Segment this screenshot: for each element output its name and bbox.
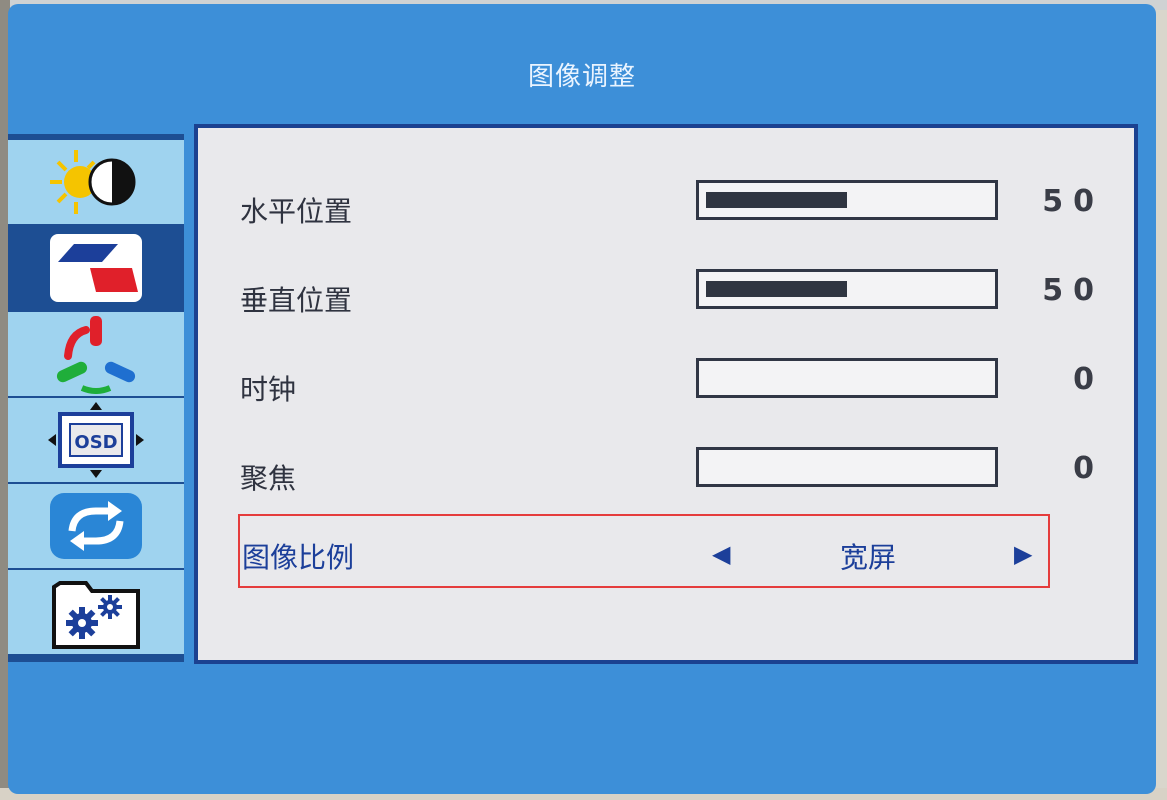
aspect-ratio-label: 图像比例 [242, 541, 355, 574]
tab-system-settings[interactable] [8, 570, 184, 656]
h-position-slider[interactable] [696, 180, 998, 220]
svg-text:OSD: OSD [74, 432, 117, 453]
osd-title: 图像调整 [527, 62, 636, 92]
arrow-right-icon[interactable]: ▶ [1014, 540, 1032, 568]
setting-label-clock: 时钟 [240, 373, 297, 406]
settings-panel: 水平位置 50 垂直位置 50 时钟 0 聚焦 0 图像比例 ◀ 宽屏 ▶ [194, 124, 1138, 664]
brightness-contrast-icon [50, 150, 136, 214]
tab-color[interactable] [8, 312, 184, 398]
h-position-slider-fill [706, 192, 847, 208]
arrow-left-icon[interactable]: ◀ [712, 540, 730, 568]
gears-icon [52, 581, 140, 649]
setting-label-v-position: 垂直位置 [240, 284, 353, 317]
color-rgb-icon [56, 316, 136, 394]
image-adjust-icon [50, 234, 142, 302]
focus-value: 0 [1073, 451, 1104, 486]
setting-label-h-position: 水平位置 [240, 195, 353, 228]
osd-menu: 图像调整 OSD 水平位置 50 垂直位置 50 时钟 0 聚焦 0 图像比例 … [8, 4, 1156, 794]
focus-slider[interactable] [696, 447, 998, 487]
clock-slider[interactable] [696, 358, 998, 398]
osd-position-icon: OSD [48, 402, 144, 478]
v-position-slider-fill [706, 281, 847, 297]
osd-sidebar: OSD [8, 134, 184, 662]
h-position-value: 50 [1042, 184, 1104, 219]
tab-brightness-contrast[interactable] [8, 140, 184, 226]
aspect-ratio-value: 宽屏 [840, 541, 897, 574]
v-position-value: 50 [1042, 273, 1104, 308]
clock-value: 0 [1073, 362, 1104, 397]
reset-cycle-icon [50, 493, 142, 559]
setting-label-focus: 聚焦 [240, 462, 297, 495]
v-position-slider[interactable] [696, 269, 998, 309]
tab-reset[interactable] [8, 484, 184, 570]
tab-image-adjust[interactable] [8, 226, 184, 312]
aspect-ratio-row[interactable]: 图像比例 ◀ 宽屏 ▶ [238, 514, 1050, 588]
tab-osd-settings[interactable]: OSD [8, 398, 184, 484]
